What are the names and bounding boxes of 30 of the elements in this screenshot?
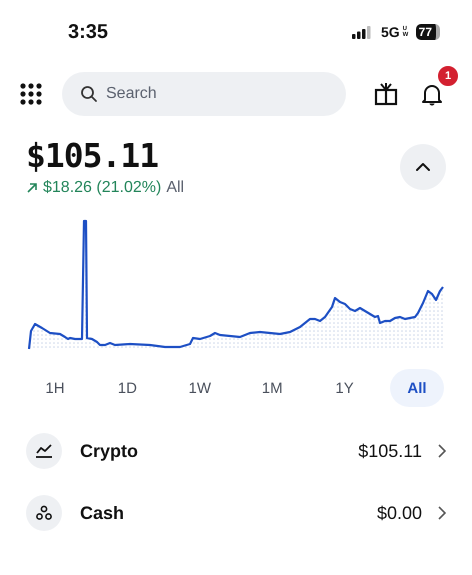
collapse-button[interactable] xyxy=(400,144,446,190)
search-field[interactable]: Search xyxy=(62,72,346,116)
time-range-tab[interactable]: 1H xyxy=(28,369,82,407)
asset-name: Crypto xyxy=(80,440,139,462)
asset-name: Cash xyxy=(80,502,126,524)
chevron-right-icon xyxy=(438,506,446,520)
time-range-tab[interactable]: All xyxy=(390,369,444,407)
circles-icon xyxy=(26,495,62,531)
time-range-tab[interactable]: 1M xyxy=(245,369,300,407)
change-amount: $18.26 (21.02%) xyxy=(43,179,162,197)
chevron-right-icon xyxy=(438,444,446,458)
notification-count: 1 xyxy=(437,65,459,87)
battery-level: 77 xyxy=(416,24,440,40)
gift-icon[interactable] xyxy=(374,82,398,106)
time-range-tab[interactable]: 1D xyxy=(100,369,154,407)
signal-icon xyxy=(352,26,372,38)
asset-value: $0.00 xyxy=(376,502,422,524)
balance-amount: $105.11 xyxy=(26,136,160,175)
asset-row[interactable]: Cash $0.00 xyxy=(26,495,448,531)
chevron-up-icon xyxy=(415,162,431,172)
notification-icon[interactable] xyxy=(420,82,444,106)
time-range-tab[interactable]: 1W xyxy=(172,369,227,407)
clock-time: 3:35 xyxy=(68,20,108,44)
search-icon xyxy=(80,85,98,103)
asset-row[interactable]: Crypto $105.11 xyxy=(26,433,448,469)
change-period: All xyxy=(166,179,184,197)
asset-value: $105.11 xyxy=(358,440,422,462)
network-label: 5G xyxy=(380,24,400,40)
menu-icon[interactable] xyxy=(20,83,42,105)
time-range-tab[interactable]: 1Y xyxy=(318,369,372,407)
